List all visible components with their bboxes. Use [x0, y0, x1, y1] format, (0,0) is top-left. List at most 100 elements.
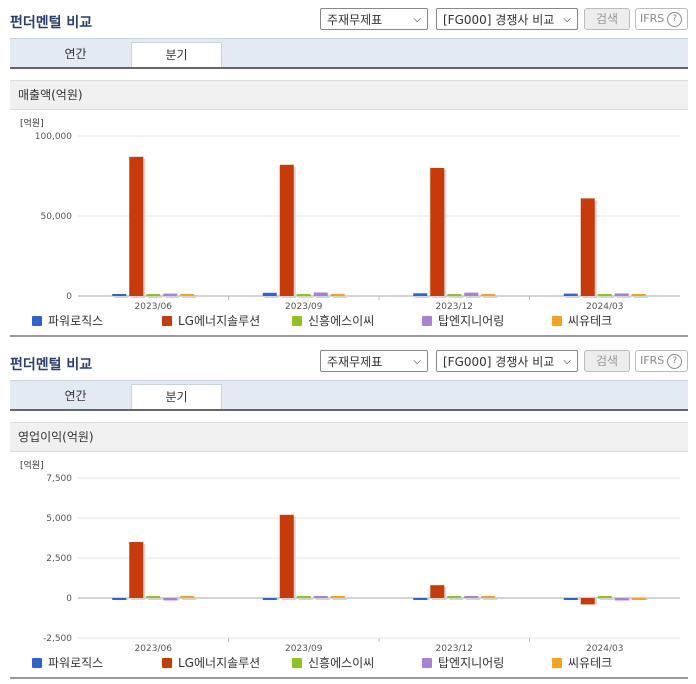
bar	[580, 598, 595, 605]
bar	[447, 596, 462, 598]
bar	[481, 596, 496, 598]
bar	[597, 294, 612, 296]
bar	[129, 156, 144, 296]
legend-label: LG에너지솔루션	[178, 656, 261, 670]
legend-swatch	[552, 316, 562, 326]
ifrs-help-button[interactable]: IFRS?	[635, 8, 688, 30]
comparison-select[interactable]: [FG000] 경쟁사 비교 ⌵	[436, 350, 578, 372]
y-tick-label: 2,500	[46, 554, 72, 564]
search-button[interactable]: 검색	[584, 8, 630, 30]
bar	[146, 596, 161, 598]
legend-swatch	[292, 316, 302, 326]
ifrs-help-button[interactable]: IFRS?	[635, 350, 688, 372]
fundamental-panel-2: 펀더멘털 비교 주재무제표 ⌵ [FG000] 경쟁사 비교 ⌵ 검색 IFRS? …	[0, 342, 696, 684]
period-tabs: 연간 분기	[10, 38, 688, 68]
tab-annual[interactable]: 연간	[30, 42, 121, 68]
bar	[447, 294, 462, 296]
bar-shadow	[449, 598, 464, 600]
legend-label: 탑엔지니어링	[438, 656, 505, 670]
tab-annual[interactable]: 연간	[30, 384, 121, 410]
legend-swatch	[292, 658, 302, 668]
legend-item[interactable]: 신흥에스이씨	[292, 654, 374, 671]
legend-swatch	[32, 316, 42, 326]
y-tick-label: 100,000	[35, 132, 72, 142]
bar	[481, 294, 496, 296]
bar	[129, 542, 144, 598]
legend-item[interactable]: 탑엔지니어링	[422, 312, 504, 329]
legend-swatch	[552, 658, 562, 668]
legend-swatch	[32, 658, 42, 668]
bar-shadow	[449, 296, 464, 298]
x-tick-label: 2023/06	[135, 302, 173, 312]
legend-swatch	[162, 316, 172, 326]
bar	[413, 598, 428, 600]
bar-shadow	[633, 296, 648, 298]
y-tick-label: 5,000	[46, 514, 72, 524]
legend-label: 씨유테크	[568, 314, 613, 328]
x-tick-label: 2023/12	[436, 644, 473, 654]
legend-item[interactable]: 씨유테크	[552, 312, 612, 329]
comparison-select[interactable]: [FG000] 경쟁사 비교 ⌵	[436, 8, 578, 30]
x-tick-label: 2023/06	[135, 644, 173, 654]
y-tick-label: 50,000	[41, 212, 73, 222]
bar-shadow	[148, 598, 163, 600]
chevron-down-icon: ⌵	[563, 14, 571, 25]
chevron-down-icon: ⌵	[563, 356, 571, 367]
section-header: 매출액(억원)	[10, 80, 688, 110]
chart-legend: 파워로직스 LG에너지솔루션 신흥에스이씨 탑엔지니어링 씨유테크	[0, 312, 696, 330]
bar-shadow	[483, 296, 498, 298]
section-header: 영업이익(억원)	[10, 422, 688, 452]
unit-label: [억원]	[20, 459, 44, 471]
chevron-down-icon: ⌵	[413, 356, 421, 367]
bar	[296, 596, 311, 598]
tab-quarterly[interactable]: 분기	[131, 42, 222, 68]
bar	[296, 294, 311, 296]
legend-item[interactable]: 파워로직스	[32, 312, 103, 329]
panel-title: 펀더멘털 비교	[10, 15, 93, 31]
bar-shadow	[182, 598, 197, 600]
divider	[10, 335, 688, 337]
legend-item[interactable]: LG에너지솔루션	[162, 654, 260, 671]
legend-label: 신흥에스이씨	[308, 314, 375, 328]
bar	[597, 596, 612, 598]
bar	[413, 293, 428, 296]
legend-swatch	[162, 658, 172, 668]
bar-shadow	[332, 598, 347, 600]
bar-shadow	[114, 296, 129, 298]
bar	[430, 168, 445, 296]
tab-quarterly[interactable]: 분기	[131, 384, 222, 410]
bar	[163, 598, 178, 601]
bar-shadow	[298, 598, 313, 600]
bar	[313, 596, 328, 598]
bar-shadow	[182, 296, 197, 298]
bar-shadow	[599, 296, 614, 298]
legend-label: 씨유테크	[568, 656, 613, 670]
bar-shadow	[599, 598, 614, 600]
period-tabs: 연간 분기	[10, 380, 688, 410]
bar	[262, 598, 277, 600]
legend-item[interactable]: 신흥에스이씨	[292, 312, 374, 329]
bar	[279, 514, 294, 598]
chart-legend: 파워로직스 LG에너지솔루션 신흥에스이씨 탑엔지니어링 씨유테크	[0, 654, 696, 672]
y-tick-label: 0	[66, 292, 72, 302]
help-icon: ?	[667, 11, 683, 27]
legend-item[interactable]: 탑엔지니어링	[422, 654, 504, 671]
bar	[631, 598, 646, 600]
y-tick-label: 7,500	[46, 474, 72, 484]
legend-item[interactable]: 씨유테크	[552, 654, 612, 671]
x-tick-label: 2023/09	[285, 302, 323, 312]
revenue-chart: [억원] 0 50,000 100,000 2023/06 2023/09 2023/12 2…	[20, 117, 680, 312]
bar	[146, 294, 161, 296]
statement-type-select[interactable]: 주재무제표 ⌵	[320, 350, 428, 372]
legend-item[interactable]: LG에너지솔루션	[162, 312, 260, 329]
bar	[262, 292, 277, 296]
unit-label: [억원]	[20, 117, 44, 129]
bar-shadow	[298, 296, 313, 298]
bar	[330, 596, 345, 598]
bar	[279, 164, 294, 296]
search-button[interactable]: 검색	[584, 350, 630, 372]
bar	[464, 596, 479, 598]
statement-type-select[interactable]: 주재무제표 ⌵	[320, 8, 428, 30]
legend-item[interactable]: 파워로직스	[32, 654, 103, 671]
bar-shadow	[332, 296, 347, 298]
